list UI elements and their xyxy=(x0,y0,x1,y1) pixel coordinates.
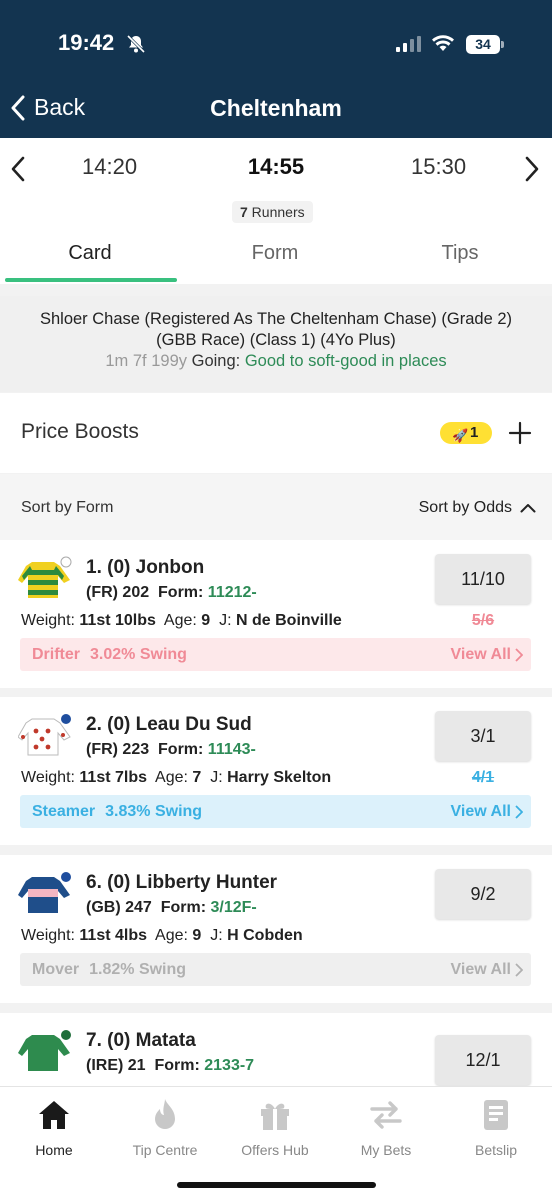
runner-name: 7. (0) Matata xyxy=(86,1030,196,1051)
home-indicator xyxy=(177,1182,376,1188)
runner-origin-form: (FR) 202 Form: 11212- xyxy=(86,584,257,601)
jockey-silks-icon xyxy=(18,1030,71,1071)
home-icon xyxy=(39,1101,69,1129)
runner-origin-form: (FR) 223 Form: 11143- xyxy=(86,741,256,758)
status-time: 19:42 xyxy=(58,30,115,55)
odds-button[interactable]: 11/10 xyxy=(435,554,531,604)
runner-card: 2. (0) Leau Du Sud (FR) 223 Form: 11143-… xyxy=(0,697,552,845)
nav-my-bets[interactable]: My Bets xyxy=(336,1097,436,1158)
view-all-link[interactable]: View All xyxy=(451,638,523,671)
race-meta: 1m 7f 199y Going: Good to soft-good in p… xyxy=(0,352,552,371)
swap-arrows-icon xyxy=(370,1101,402,1129)
race-time-current: 14:55 xyxy=(247,154,305,179)
view-all-link[interactable]: View All xyxy=(451,795,523,828)
swing-bar-mover: Mover 1.82% Swing View All xyxy=(20,953,531,986)
betslip-icon xyxy=(484,1100,508,1130)
runner-name: 1. (0) Jonbon xyxy=(86,557,205,578)
runner-details: Weight: 11st 7lbs Age: 7 J: Harry Skelto… xyxy=(21,769,332,786)
race-name: Shloer Chase (Registered As The Cheltenh… xyxy=(39,310,512,349)
page-title: Cheltenham xyxy=(210,95,342,121)
nav-betslip[interactable]: Betslip xyxy=(446,1097,546,1158)
nav-tip-centre[interactable]: Tip Centre xyxy=(115,1097,215,1158)
chevron-right-icon xyxy=(515,647,523,662)
tab-card[interactable]: Card xyxy=(5,242,175,265)
jockey-silks-icon xyxy=(18,714,71,756)
chevron-right-icon xyxy=(515,804,523,819)
flame-icon xyxy=(155,1099,175,1129)
jockey-silks-icon xyxy=(18,556,72,598)
boost-count-badge: 🚀 1 xyxy=(440,422,492,444)
chevron-up-icon xyxy=(520,504,536,513)
sort-by-form[interactable]: Sort by Form xyxy=(21,499,113,517)
runner-form: 2133-7 xyxy=(204,1057,255,1074)
runner-form: 11212- xyxy=(207,584,257,601)
runner-name: 2. (0) Leau Du Sud xyxy=(86,714,252,735)
jockey-silks-icon xyxy=(18,872,71,913)
swing-bar-steamer: Steamer 3.83% Swing View All xyxy=(20,795,531,828)
previous-odds: 4/1 xyxy=(471,769,495,786)
price-boosts-section[interactable]: Price Boosts 🚀 1 xyxy=(0,393,552,473)
tab-form[interactable]: Form xyxy=(190,242,360,265)
runner-form: 3/12F- xyxy=(210,899,257,916)
battery-icon: 34 xyxy=(466,35,504,54)
going-label: Going: xyxy=(191,352,241,370)
bell-muted-icon xyxy=(126,34,146,54)
sort-bar: Sort by Form Sort by Odds xyxy=(0,474,552,540)
runner-name: 6. (0) Libberty Hunter xyxy=(86,872,278,893)
runner-card: 1. (0) Jonbon (FR) 202 Form: 11212- Weig… xyxy=(0,540,552,688)
previous-odds: 5/6 xyxy=(471,612,495,629)
runner-details: Weight: 11st 4lbs Age: 9 J: H Cobden xyxy=(21,927,303,944)
cellular-signal-icon xyxy=(396,36,421,52)
odds-button[interactable]: 9/2 xyxy=(435,869,531,919)
odds-button[interactable]: 3/1 xyxy=(435,711,531,761)
active-tab-indicator xyxy=(5,278,177,282)
nav-offers-hub[interactable]: Offers Hub xyxy=(225,1097,325,1158)
sort-by-odds[interactable]: Sort by Odds xyxy=(419,499,536,517)
runner-details: Weight: 11st 10lbs Age: 9 J: N de Boinvi… xyxy=(21,612,342,629)
runner-origin-form: (IRE) 21 Form: 2133-7 xyxy=(86,1057,255,1074)
next-race-arrow-icon[interactable] xyxy=(524,156,540,182)
going-value: Good to soft-good in places xyxy=(244,352,447,370)
wifi-icon xyxy=(432,35,454,51)
odds-button[interactable]: 12/1 xyxy=(435,1035,531,1085)
chevron-right-icon xyxy=(515,962,523,977)
swing-bar-drifter: Drifter 3.02% Swing View All xyxy=(20,638,531,671)
race-time-next[interactable]: 15:30 xyxy=(411,154,466,180)
runner-origin-form: (GB) 247 Form: 3/12F- xyxy=(86,899,257,916)
gift-icon xyxy=(261,1103,289,1130)
battery-level: 34 xyxy=(466,35,500,54)
nav-home[interactable]: Home xyxy=(4,1097,104,1158)
race-info: Shloer Chase (Registered As The Cheltenh… xyxy=(0,296,552,392)
runners-count-badge: 7 Runners xyxy=(232,201,313,223)
rocket-icon: 🚀 xyxy=(452,428,469,443)
plus-icon[interactable] xyxy=(508,421,532,445)
runner-form: 11143- xyxy=(207,741,256,758)
race-navigator: 14:20 14:55 15:30 7 Runners Card Form Ti… xyxy=(0,138,552,284)
view-all-link[interactable]: View All xyxy=(451,953,523,986)
runner-card: 6. (0) Libberty Hunter (GB) 247 Form: 3/… xyxy=(0,855,552,1003)
tab-tips[interactable]: Tips xyxy=(375,242,545,265)
price-boosts-label: Price Boosts xyxy=(21,420,139,443)
race-distance: 1m 7f 199y xyxy=(105,352,188,370)
app-header: 19:42 34 Back Cheltenham xyxy=(0,0,552,138)
